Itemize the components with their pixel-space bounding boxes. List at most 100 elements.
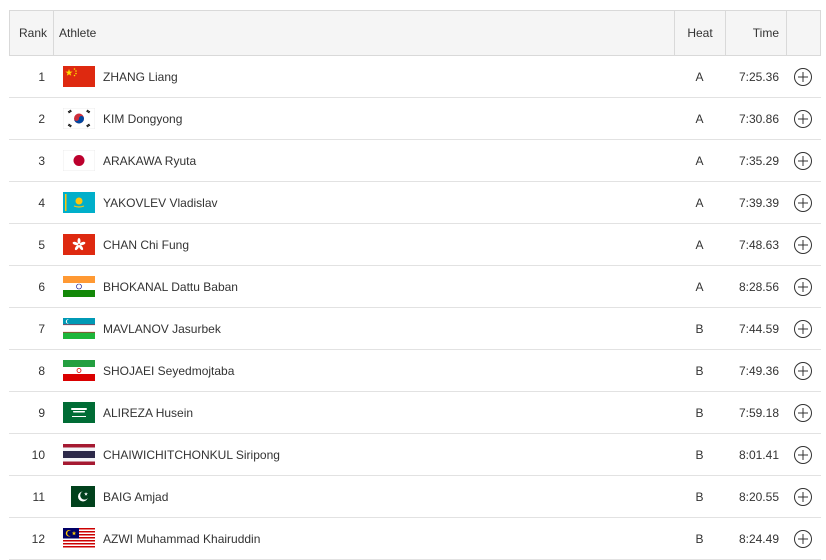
- time-cell: 8:24.49: [738, 531, 779, 546]
- rank-cell: 10: [31, 447, 45, 462]
- athlete-name: ALIREZA Husein: [103, 405, 194, 420]
- heat-cell: B: [695, 405, 704, 420]
- heat-cell: A: [695, 195, 704, 210]
- athlete-name: SHOJAEI Seyedmojtaba: [103, 363, 235, 378]
- time-cell: 7:30.86: [738, 111, 779, 126]
- hong-kong-flag-icon: [63, 234, 95, 255]
- table-row[interactable]: 7 MAVLANOV Jasurbek B 7:44.59: [9, 308, 821, 350]
- table-row[interactable]: 2 KIM Dongyong A 7:30.86: [9, 98, 821, 140]
- rank-column-header: Rank: [10, 11, 54, 55]
- athlete-name: BHOKANAL Dattu Baban: [103, 279, 238, 294]
- athlete-cell: BAIG Amjad: [53, 476, 674, 517]
- japan-flag-icon: [63, 150, 95, 171]
- time-cell: 8:20.55: [738, 489, 779, 504]
- rank-cell: 3: [38, 153, 45, 168]
- plus-circle-icon[interactable]: [793, 109, 812, 128]
- heat-column-header: Heat: [675, 11, 726, 55]
- table-row[interactable]: 3 ARAKAWA Ryuta A 7:35.29: [9, 140, 821, 182]
- athlete-name: ARAKAWA Ryuta: [103, 153, 197, 168]
- table-row[interactable]: 6 BHOKANAL Dattu Baban A 8:28.56: [9, 266, 821, 308]
- saudi-arabia-flag-icon: [63, 402, 95, 423]
- rank-cell: 1: [38, 69, 45, 84]
- table-row[interactable]: 8 SHOJAEI Seyedmojtaba B 7:49.36: [9, 350, 821, 392]
- table-header: Rank Athlete Heat Time: [9, 11, 821, 56]
- time-cell: 7:25.36: [738, 69, 779, 84]
- results-table: Rank Athlete Heat Time 1 ZHANG Liang A 7:25…: [9, 10, 821, 560]
- athlete-cell: SHOJAEI Seyedmojtaba: [53, 350, 674, 391]
- athlete-cell: MAVLANOV Jasurbek: [53, 308, 674, 349]
- time-column-header: Time: [726, 11, 787, 55]
- kazakhstan-flag-icon: [63, 192, 95, 213]
- heat-cell: B: [695, 447, 704, 462]
- time-cell: 7:39.39: [738, 195, 779, 210]
- athlete-name: KIM Dongyong: [103, 111, 183, 126]
- rank-cell: 4: [38, 195, 45, 210]
- expand-cell: [786, 476, 819, 517]
- iran-flag-icon: [63, 360, 95, 381]
- athlete-name: MAVLANOV Jasurbek: [103, 321, 221, 336]
- heat-cell: B: [695, 489, 704, 504]
- heat-cell: B: [695, 321, 704, 336]
- rank-cell: 5: [38, 237, 45, 252]
- time-cell: 8:01.41: [738, 447, 779, 462]
- athlete-cell: CHAN Chi Fung: [53, 224, 674, 265]
- time-cell: 8:28.56: [738, 279, 779, 294]
- india-flag-icon: [63, 276, 95, 297]
- athlete-name: CHAN Chi Fung: [103, 237, 190, 252]
- south-korea-flag-icon: [63, 108, 95, 129]
- plus-circle-icon[interactable]: [793, 361, 812, 380]
- plus-circle-icon[interactable]: [793, 403, 812, 422]
- time-cell: 7:35.29: [738, 153, 779, 168]
- athlete-cell: ARAKAWA Ryuta: [53, 140, 674, 181]
- table-row[interactable]: 9 ALIREZA Husein B 7:59.18: [9, 392, 821, 434]
- table-row[interactable]: 12 AZWI Muhammad Khairuddin B 8:24.49: [9, 518, 821, 560]
- rank-cell: 12: [31, 531, 45, 546]
- table-row[interactable]: 4 YAKOVLEV Vladislav A 7:39.39: [9, 182, 821, 224]
- heat-cell: A: [695, 111, 704, 126]
- expand-cell: [786, 308, 819, 349]
- table-row[interactable]: 10 CHAIWICHITCHONKUL Siripong B 8:01.41: [9, 434, 821, 476]
- expand-cell: [786, 392, 819, 433]
- plus-circle-icon[interactable]: [793, 445, 812, 464]
- heat-cell: A: [695, 279, 704, 294]
- time-cell: 7:48.63: [738, 237, 779, 252]
- heat-cell: B: [695, 363, 704, 378]
- plus-circle-icon[interactable]: [793, 487, 812, 506]
- athlete-cell: KIM Dongyong: [53, 98, 674, 139]
- athlete-cell: ALIREZA Husein: [53, 392, 674, 433]
- plus-circle-icon[interactable]: [793, 151, 812, 170]
- athlete-cell: ZHANG Liang: [53, 56, 674, 97]
- rank-cell: 7: [38, 321, 45, 336]
- expand-cell: [786, 140, 819, 181]
- heat-cell: A: [695, 153, 704, 168]
- table-row[interactable]: 11 BAIG Amjad B 8:20.55: [9, 476, 821, 518]
- expand-column-header: [787, 11, 820, 55]
- time-cell: 7:49.36: [738, 363, 779, 378]
- time-cell: 7:59.18: [738, 405, 779, 420]
- expand-cell: [786, 98, 819, 139]
- athlete-name: CHAIWICHITCHONKUL Siripong: [103, 447, 280, 462]
- expand-cell: [786, 182, 819, 223]
- plus-circle-icon[interactable]: [793, 235, 812, 254]
- table-row[interactable]: 5 CHAN Chi Fung A 7:48.63: [9, 224, 821, 266]
- table-row[interactable]: 1 ZHANG Liang A 7:25.36: [9, 56, 821, 98]
- athlete-name: BAIG Amjad: [103, 489, 169, 504]
- expand-cell: [786, 350, 819, 391]
- heat-cell: A: [695, 69, 704, 84]
- athlete-cell: AZWI Muhammad Khairuddin: [53, 518, 674, 559]
- expand-cell: [786, 266, 819, 307]
- plus-circle-icon[interactable]: [793, 277, 812, 296]
- rank-cell: 6: [38, 279, 45, 294]
- plus-circle-icon[interactable]: [793, 67, 812, 86]
- china-flag-icon: [63, 66, 95, 87]
- rank-cell: 11: [32, 489, 45, 504]
- plus-circle-icon[interactable]: [793, 319, 812, 338]
- expand-cell: [786, 434, 819, 475]
- athlete-name: YAKOVLEV Vladislav: [103, 195, 218, 210]
- thailand-flag-icon: [63, 444, 95, 465]
- rank-cell: 9: [38, 405, 45, 420]
- plus-circle-icon[interactable]: [793, 529, 812, 548]
- rank-cell: 8: [38, 363, 45, 378]
- plus-circle-icon[interactable]: [793, 193, 812, 212]
- expand-cell: [786, 518, 819, 559]
